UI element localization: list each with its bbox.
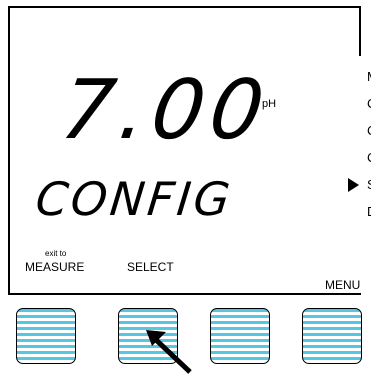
display-edge-marker [359, 6, 361, 56]
menu-item-selected: C [367, 151, 371, 164]
measurement-reading: 7.00 [55, 63, 276, 158]
softkey-1-button[interactable] [16, 308, 76, 364]
softkey2-label: SELECT [127, 260, 174, 274]
softkey-3-button[interactable] [210, 308, 270, 364]
menu-item: C [367, 97, 371, 110]
triangle-right-icon [348, 178, 359, 192]
softkey-4-button[interactable] [302, 308, 362, 364]
softkey1-sublabel: exit to [45, 249, 67, 258]
mode-status-text: CONFIG [33, 172, 236, 226]
softkey4-label: MENU [325, 278, 361, 292]
measurement-unit: pH [262, 98, 277, 110]
menu-item: S [367, 178, 371, 191]
menu-item: D [367, 205, 371, 218]
menu-item: M [367, 70, 371, 83]
menu-item: C [367, 124, 371, 137]
arrow-up-left-icon [146, 330, 192, 374]
softkey1-label: MEASURE [25, 260, 85, 274]
